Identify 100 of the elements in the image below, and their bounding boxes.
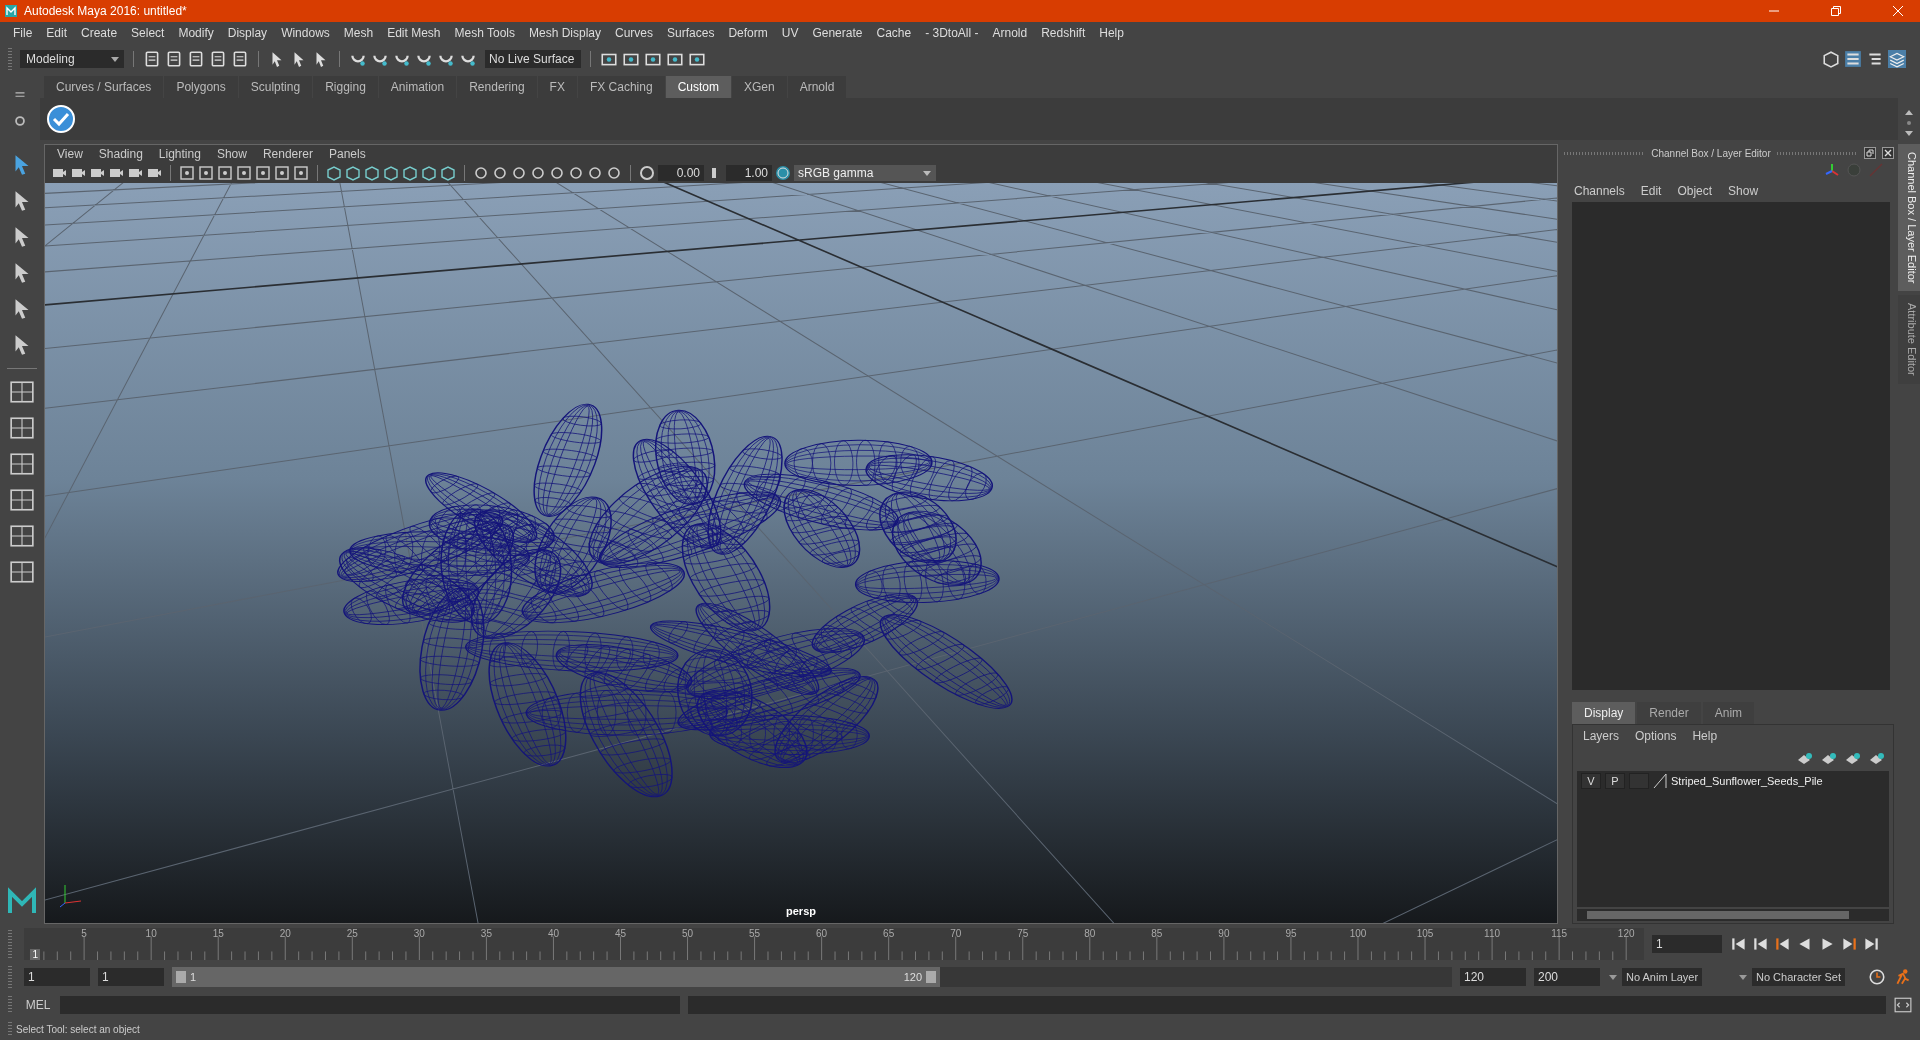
menu-item[interactable]: Mesh [336, 26, 381, 40]
channel-box-menu-item[interactable]: Show [1720, 184, 1767, 198]
channel-box-menu-item[interactable]: Channels [1566, 184, 1633, 198]
live-surface-field[interactable]: No Live Surface [485, 50, 581, 68]
viewport-menu-item[interactable]: Shading [90, 147, 151, 161]
frame-number: 90 [1218, 928, 1230, 939]
restore-icon[interactable] [1830, 5, 1842, 17]
menu-item[interactable]: Windows [274, 26, 337, 40]
layer-name[interactable]: Striped_Sunflower_Seeds_Pile [1671, 775, 1823, 787]
four-pane-icon[interactable] [9, 415, 35, 441]
menu-item[interactable]: Mesh Tools [447, 26, 522, 40]
new-file-icon[interactable] [143, 50, 161, 68]
move-layer-up-icon[interactable] [1797, 751, 1813, 767]
shelf-scroll-icon[interactable] [1904, 108, 1914, 138]
menu-item[interactable]: Edit Mesh [380, 26, 448, 40]
step-back-key-icon[interactable] [1752, 935, 1770, 953]
color-management-toggle-icon[interactable] [775, 165, 791, 181]
shelf-tab[interactable]: Sculpting [238, 76, 313, 98]
menu-item[interactable]: Modify [171, 26, 221, 40]
new-layer-icon[interactable] [1845, 751, 1861, 767]
menu-item[interactable]: Edit [39, 26, 75, 40]
new-layer-from-selection-icon[interactable] [1869, 751, 1885, 767]
command-language-label[interactable]: MEL [24, 998, 52, 1012]
menu-item[interactable]: Select [124, 26, 172, 40]
range-end-label: 120 [903, 971, 922, 983]
menu-item[interactable]: UV [774, 26, 806, 40]
playback-toggle[interactable]: P [1605, 773, 1625, 789]
attribute-editor-icon[interactable] [1844, 50, 1862, 68]
channel-box-menu-item[interactable]: Object [1669, 184, 1721, 198]
current-time-marker[interactable]: 1 [30, 949, 41, 960]
layer-editor-tab[interactable]: Display [1572, 702, 1636, 724]
range-handle-start[interactable] [176, 971, 186, 983]
script-editor-icon[interactable] [1894, 996, 1912, 1014]
move-layer-down-icon[interactable] [1821, 751, 1837, 767]
layer-menu-item[interactable]: Layers [1575, 729, 1628, 743]
menu-item[interactable]: Mesh Display [522, 26, 609, 40]
go-start-icon[interactable] [1730, 935, 1748, 953]
horizontal-scrollbar[interactable] [1577, 909, 1889, 921]
side-tab[interactable]: Attribute Editor [1898, 295, 1920, 385]
viewport-menu-item[interactable]: Show [208, 147, 255, 161]
layer-editor-tab[interactable]: Anim [1702, 702, 1755, 724]
menu-item[interactable]: Surfaces [660, 26, 722, 40]
frame-number: 40 [547, 928, 559, 939]
aperture-icon[interactable] [639, 165, 655, 181]
step-back-icon[interactable] [1774, 935, 1792, 953]
playback-start-field[interactable]: 1 [98, 968, 164, 986]
channel-box-menu-item[interactable]: Edit [1632, 184, 1670, 198]
shelf-tab[interactable]: Polygons [164, 76, 238, 98]
range-slider-fill[interactable] [172, 967, 940, 987]
menu-item[interactable]: Display [220, 26, 275, 40]
menu-item[interactable]: Generate [805, 26, 870, 40]
menu-item[interactable]: - 3DtoAll - [918, 26, 986, 40]
menu-item[interactable]: Redshift [1034, 26, 1093, 40]
menu-item[interactable]: File [6, 26, 40, 40]
shelf-tab[interactable]: Rigging [313, 76, 378, 98]
layers-icon[interactable] [1888, 50, 1906, 68]
shelf-tab[interactable]: XGen [731, 76, 787, 98]
viewport-menu-item[interactable]: Panels [320, 147, 374, 161]
end-frame-field[interactable]: 200 [1534, 968, 1600, 986]
shelf-tab[interactable]: Curves / Surfaces [44, 76, 164, 98]
running-figure-icon[interactable] [1894, 968, 1912, 986]
float-window-icon[interactable] [1864, 147, 1876, 159]
side-tab[interactable]: Channel Box / Layer Editor [1898, 144, 1920, 292]
shelf-tab[interactable]: Custom [665, 76, 731, 98]
mode-dropdown[interactable]: Modeling [20, 50, 124, 68]
shelf-tab[interactable]: FX [537, 76, 577, 98]
layer-menu-item[interactable]: Help [1684, 729, 1726, 743]
menu-item[interactable]: Cache [869, 26, 919, 40]
menu-item[interactable]: Curves [608, 26, 661, 40]
current-frame-field[interactable]: 1 [1652, 935, 1722, 953]
shelf-tab[interactable]: Animation [378, 76, 457, 98]
menu-item[interactable]: Create [74, 26, 125, 40]
viewport-menu-item[interactable]: Lighting [150, 147, 209, 161]
start-frame-field[interactable]: 1 [24, 968, 90, 986]
layer-editor-tab[interactable]: Render [1637, 702, 1701, 724]
menu-item[interactable]: Help [1092, 26, 1131, 40]
wireframe-cube-icon[interactable] [326, 165, 342, 181]
time-slider[interactable]: 1 5 10 15 20 25 30 35 40 45 50 55 60 65 70 75 80 85 90 95 100 105 110 115 120 [24, 928, 1644, 960]
color-space-dropdown[interactable]: sRGB gamma [794, 165, 936, 181]
gamma-field[interactable]: 1.00 [726, 165, 772, 181]
circle-icon[interactable] [511, 165, 527, 181]
command-input[interactable] [60, 996, 680, 1014]
range-handle-end[interactable] [926, 971, 936, 983]
key-settings-icon[interactable] [1868, 968, 1886, 986]
check-circle-icon[interactable] [46, 104, 76, 134]
go-end-icon[interactable] [1862, 935, 1880, 953]
exposure-field[interactable]: 0.00 [658, 165, 704, 181]
menu-item[interactable]: Arnold [985, 26, 1035, 40]
step-forward-key-icon[interactable] [1840, 935, 1858, 953]
visibility-toggle[interactable]: V [1581, 773, 1601, 789]
shelf-tab[interactable]: Arnold [787, 76, 847, 98]
shelf-tab[interactable]: FX Caching [577, 76, 665, 98]
menu-item[interactable]: Deform [721, 26, 775, 40]
viewport-menu-item[interactable]: View [49, 147, 91, 161]
layer-menu-item[interactable]: Options [1627, 729, 1685, 743]
playback-end-field[interactable]: 120 [1460, 968, 1526, 986]
shelf-tab[interactable]: Rendering [457, 76, 537, 98]
frame-number: 105 [1416, 928, 1434, 939]
viewport-menu-item[interactable]: Renderer [254, 147, 321, 161]
close-icon[interactable] [1882, 147, 1894, 159]
